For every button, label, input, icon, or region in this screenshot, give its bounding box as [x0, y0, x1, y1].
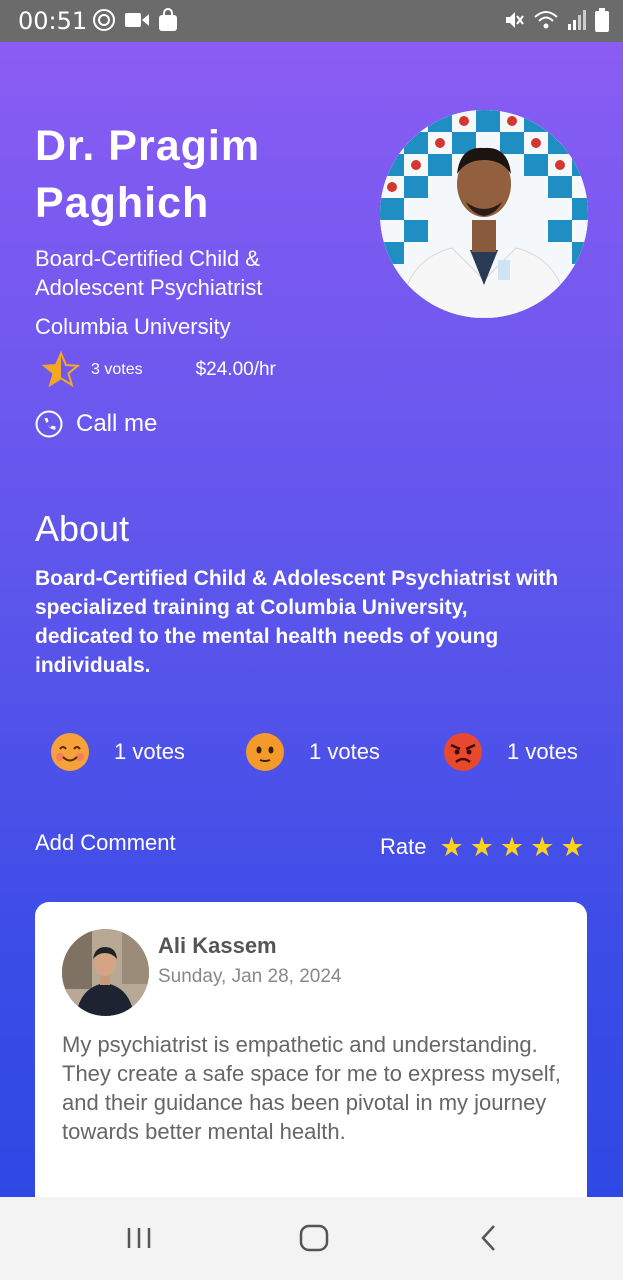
reaction-happy-votes: 1 votes [114, 739, 185, 764]
vpn-icon [93, 9, 115, 31]
commenter-avatar [62, 929, 149, 1016]
reaction-angry[interactable]: 1 votes [443, 732, 578, 772]
half-star-rating-icon [41, 350, 81, 388]
add-comment-button[interactable]: Add Comment [35, 830, 176, 856]
call-me-button[interactable]: Call me [35, 410, 157, 438]
home-icon[interactable] [298, 1223, 330, 1253]
battery-icon [595, 8, 609, 32]
doctor-name: Dr. Pragim Paghich [35, 122, 261, 227]
vote-count: 3 votes [91, 361, 143, 378]
doctor-specialty: Board-Certified Child & Adolescent Psych… [35, 246, 263, 300]
signal-icon [568, 10, 586, 30]
smiling-face-icon [51, 733, 89, 771]
wifi-icon [534, 11, 558, 29]
comment-date: Sunday, Jan 28, 2024 [158, 966, 342, 987]
comment-text: My psychiatrist is empathetic and unders… [62, 1032, 561, 1144]
back-icon[interactable] [476, 1223, 502, 1253]
neutral-face-icon [246, 733, 284, 771]
mute-icon [506, 12, 524, 28]
reaction-neutral-votes: 1 votes [309, 739, 380, 764]
status-right-icons [503, 8, 609, 32]
doctor-profile: Dr. Pragim Paghich Board-Certified Child… [0, 42, 623, 1197]
about-text: Board-Certified Child & Adolescent Psych… [35, 567, 559, 677]
about-heading: About [35, 508, 130, 549]
rating-row: 3 votes $24.00/hr [40, 350, 276, 390]
reaction-happy[interactable]: 1 votes [50, 732, 185, 772]
status-bar: 00:51 [0, 0, 623, 42]
doctor-university: Columbia University [35, 314, 231, 339]
navigation-bar [0, 1197, 623, 1280]
commenter-name: Ali Kassem [158, 933, 277, 958]
comment-card: Ali Kassem Sunday, Jan 28, 2024 My psych… [35, 902, 587, 1197]
rate-star-1[interactable]: ★ [439, 834, 463, 861]
rate-control: Rate ★ ★ ★ ★ ★ [380, 834, 585, 861]
rate-star-3[interactable]: ★ [500, 834, 524, 861]
status-left-icons [92, 8, 178, 32]
recent-apps-icon[interactable] [125, 1223, 155, 1253]
reaction-angry-votes: 1 votes [507, 739, 578, 764]
phone-icon [35, 410, 63, 438]
angry-face-icon [444, 733, 482, 771]
video-icon [125, 13, 149, 27]
rate-label: Rate [380, 834, 427, 859]
rate-star-5[interactable]: ★ [560, 834, 584, 861]
reaction-neutral[interactable]: 1 votes [245, 732, 380, 772]
shopping-bag-icon [159, 8, 177, 31]
rate-star-2[interactable]: ★ [470, 834, 494, 861]
call-me-label: Call me [76, 410, 158, 437]
rate-star-4[interactable]: ★ [530, 834, 554, 861]
doctor-avatar [380, 110, 588, 318]
hourly-price: $24.00/hr [195, 359, 276, 380]
status-time: 00:51 [18, 7, 88, 35]
